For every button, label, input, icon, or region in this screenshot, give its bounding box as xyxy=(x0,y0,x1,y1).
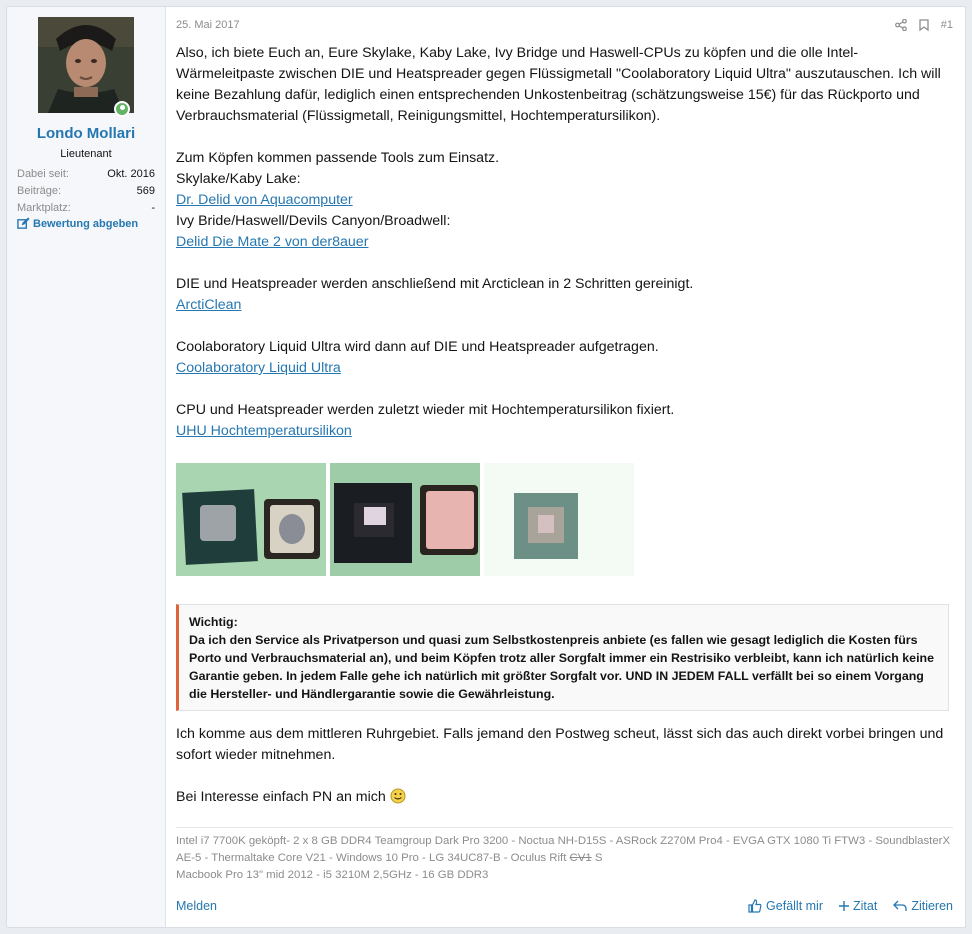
bookmark-icon[interactable] xyxy=(919,19,929,31)
smiley-icon xyxy=(390,788,406,811)
signature-suffix: S xyxy=(594,852,603,864)
attachment-thumbnail[interactable] xyxy=(176,463,326,576)
user-title: Lieutenant xyxy=(60,148,112,160)
rating-link-label: Bewertung abgeben xyxy=(33,217,139,230)
rating-link[interactable]: Bewertung abgeben xyxy=(17,217,155,230)
signature: Intel i7 7700K geköpft- 2 x 8 GB DDR4 Te… xyxy=(176,827,953,884)
ivy-label: Ivy Bride/Haswell/Devils Canyon/Broadwel… xyxy=(176,213,451,229)
stat-value[interactable]: 569 xyxy=(137,183,155,200)
username[interactable]: Londo Mollari xyxy=(17,125,155,142)
skylake-link[interactable]: Dr. Delid von Aquacomputer xyxy=(176,192,353,208)
post-number[interactable]: #1 xyxy=(941,19,953,31)
liquid-link[interactable]: Coolaboratory Liquid Ultra xyxy=(176,360,341,376)
quote-label: Zitieren xyxy=(911,899,953,913)
user-sidebar: Londo Mollari Lieutenant Dabei seit: Okt… xyxy=(7,7,166,927)
share-icon[interactable] xyxy=(894,19,907,31)
closing-section: Ich komme aus dem mittleren Ruhrgebiet. … xyxy=(176,724,949,811)
online-status-icon xyxy=(114,101,130,117)
post-main: 25. Mai 2017 #1 Also, ich biete Euch an,… xyxy=(166,7,965,927)
plus-icon xyxy=(839,901,849,911)
notice-text: Da ich den Service als Privatperson und … xyxy=(189,633,934,701)
post-container: Londo Mollari Lieutenant Dabei seit: Okt… xyxy=(6,6,966,928)
stat-value: Okt. 2016 xyxy=(107,168,155,180)
like-button[interactable]: Gefällt mir xyxy=(748,899,823,913)
post-body: Also, ich biete Euch an, Eure Skylake, K… xyxy=(176,43,953,811)
fix-text: CPU und Heatspreader werden zuletzt wied… xyxy=(176,402,675,418)
stat-key: Marktplatz: xyxy=(17,202,71,214)
location-text: Ich komme aus dem mittleren Ruhrgebiet. … xyxy=(176,726,944,763)
signature-struck: CV1 xyxy=(569,852,592,864)
signature-line-1: Intel i7 7700K geköpft- 2 x 8 GB DDR4 Te… xyxy=(176,833,953,867)
reply-icon xyxy=(893,900,907,911)
closing-text: Bei Interesse einfach PN an mich xyxy=(176,789,386,805)
clean-link[interactable]: ArctiClean xyxy=(176,297,241,313)
stat-key: Beiträge: xyxy=(17,185,62,197)
like-label: Gefällt mir xyxy=(766,899,823,913)
stat-row-market: Marktplatz: - xyxy=(17,200,155,217)
quote-plus-label: Zitat xyxy=(853,899,878,913)
report-link[interactable]: Melden xyxy=(176,899,217,913)
edit-icon xyxy=(17,217,30,229)
thumbs-up-icon xyxy=(748,899,762,913)
post-footer: Melden Gefällt mir Zitat Zitieren xyxy=(176,895,953,917)
quote-button[interactable]: Zitieren xyxy=(893,899,953,913)
user-stats: Dabei seit: Okt. 2016 Beiträge: 569 Mark… xyxy=(17,166,155,217)
tools-intro: Zum Köpfen kommen passende Tools zum Ein… xyxy=(176,150,500,166)
avatar[interactable] xyxy=(38,17,134,117)
ivy-link[interactable]: Delid Die Mate 2 von der8auer xyxy=(176,234,368,250)
skylake-label: Skylake/Kaby Lake: xyxy=(176,171,301,187)
attachment-thumbnail[interactable] xyxy=(484,463,634,576)
liquid-text: Coolaboratory Liquid Ultra wird dann auf… xyxy=(176,339,659,355)
notice-title: Wichtig: xyxy=(189,615,238,629)
intro-text: Also, ich biete Euch an, Eure Skylake, K… xyxy=(176,45,941,124)
fix-link[interactable]: UHU Hochtemperatursilikon xyxy=(176,423,352,439)
notice-box: Wichtig: Da ich den Service als Privatpe… xyxy=(176,604,949,711)
signature-text: Intel i7 7700K geköpft- 2 x 8 GB DDR4 Te… xyxy=(176,835,951,864)
stat-key: Dabei seit: xyxy=(17,168,69,180)
stat-value: - xyxy=(151,202,155,214)
clean-text: DIE und Heatspreader werden anschließend… xyxy=(176,276,694,292)
attachment-thumbnails xyxy=(176,463,949,576)
post-header: 25. Mai 2017 #1 xyxy=(176,7,953,43)
closing-line: Bei Interesse einfach PN an mich xyxy=(176,787,949,811)
quote-plus-button[interactable]: Zitat xyxy=(839,899,877,913)
stat-row-posts: Beiträge: 569 xyxy=(17,183,155,200)
attachment-thumbnail[interactable] xyxy=(330,463,480,576)
post-date[interactable]: 25. Mai 2017 xyxy=(176,19,240,31)
signature-line-2: Macbook Pro 13" mid 2012 - i5 3210M 2,5G… xyxy=(176,869,489,881)
stat-row-joined: Dabei seit: Okt. 2016 xyxy=(17,166,155,183)
